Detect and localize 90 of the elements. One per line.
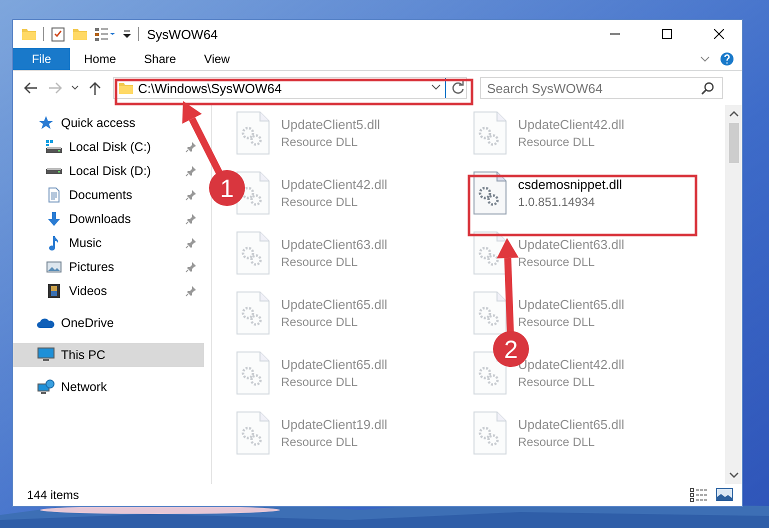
gear-file-icon <box>235 351 271 395</box>
ribbon-tab[interactable]: Home <box>70 48 130 70</box>
window-title: SysWOW64 <box>147 26 218 42</box>
forward-arrow-icon <box>48 82 62 94</box>
pin-icon[interactable] <box>185 213 197 225</box>
nav-label: Downloads <box>69 212 132 226</box>
search-icon <box>701 81 715 95</box>
up-arrow-icon <box>89 81 101 95</box>
folder-icon <box>72 26 88 42</box>
nav-label: OneDrive <box>61 316 115 330</box>
file-menu-button[interactable]: File <box>13 48 70 70</box>
address-bar[interactable]: C:\Windows\SysWOW64 <box>113 77 467 99</box>
maximize-icon <box>662 29 672 39</box>
gear-file-icon <box>235 111 271 155</box>
back-arrow-icon <box>24 82 38 94</box>
chevron-down-icon <box>71 85 79 91</box>
nav-item[interactable]: Quick access <box>13 111 204 135</box>
network-icon <box>37 379 55 395</box>
drive-icon <box>45 167 63 175</box>
file-detail: 1.0.851.14934 <box>518 195 596 209</box>
file-detail: Resource DLL <box>281 435 359 449</box>
ribbon-tab[interactable]: Share <box>130 48 190 70</box>
gear-file-icon <box>235 231 271 275</box>
file-name[interactable]: csdemosnippet.dll <box>518 177 622 192</box>
nav-item[interactable]: OneDrive <box>13 311 204 335</box>
gear-file-icon <box>472 411 508 455</box>
close-icon <box>714 29 724 39</box>
pin-icon[interactable] <box>185 261 197 273</box>
film-icon <box>46 283 62 299</box>
file-detail: Resource DLL <box>281 375 359 389</box>
file-detail: Resource DLL <box>518 135 596 149</box>
star-icon <box>38 115 54 131</box>
gear-file-icon <box>472 231 508 275</box>
nav-label: Pictures <box>69 260 116 274</box>
nav-label: Videos <box>69 284 108 298</box>
step-badge: 1 <box>209 170 245 206</box>
document-icon <box>46 187 62 203</box>
nav-item[interactable]: This PC <box>13 343 204 367</box>
nav-label: This PC <box>61 348 106 362</box>
folder-icon <box>21 26 37 42</box>
nav-item[interactable]: Local Disk (C:) <box>13 135 204 159</box>
nav-item[interactable]: Downloads <box>13 207 204 231</box>
gear-file-icon <box>472 111 508 155</box>
search-field[interactable]: Search SysWOW64 <box>480 77 723 99</box>
nav-label: Quick access <box>61 116 136 130</box>
file-detail: Resource DLL <box>281 135 359 149</box>
nav-item[interactable]: Documents <box>13 183 204 207</box>
minimize-icon <box>610 33 620 35</box>
item-count: 144 items <box>27 488 80 502</box>
nav-item[interactable]: Network <box>13 375 204 399</box>
file-detail: Resource DLL <box>281 315 359 329</box>
gear-file-icon <box>472 291 508 335</box>
chevron-down-icon[interactable] <box>431 84 441 92</box>
nav-label: Documents <box>69 188 134 202</box>
pin-icon[interactable] <box>185 237 197 249</box>
pin-icon[interactable] <box>185 189 197 201</box>
ribbon-tab[interactable]: View <box>190 48 244 70</box>
file-detail: Resource DLL <box>281 195 359 209</box>
gear-file-icon <box>235 411 271 455</box>
nav-item[interactable]: Local Disk (D:) <box>13 159 204 183</box>
file-detail: Resource DLL <box>281 255 359 269</box>
nav-label: Music <box>69 236 103 250</box>
nav-item[interactable]: Music <box>13 231 204 255</box>
address-path: C:\Windows\SysWOW64 <box>138 80 283 96</box>
pin-icon[interactable] <box>185 165 197 177</box>
nav-item[interactable]: Pictures <box>13 255 204 279</box>
file-detail: Resource DLL <box>518 255 596 269</box>
folder-icon <box>118 80 134 96</box>
nav-label: Network <box>61 380 108 394</box>
pin-icon[interactable] <box>185 285 197 297</box>
monitor-icon <box>37 347 55 363</box>
download-arrow-icon <box>46 211 62 227</box>
details-view-icon[interactable] <box>690 488 708 502</box>
nav-label: Local Disk (D:) <box>69 164 152 178</box>
gear-file-icon <box>235 291 271 335</box>
properties-icon[interactable] <box>94 26 116 42</box>
pictures-icon <box>46 259 62 275</box>
nav-item[interactable]: Videos <box>13 279 204 303</box>
scrollbar[interactable] <box>725 105 742 484</box>
scroll-thumb[interactable] <box>728 123 738 163</box>
large-icons-view-icon[interactable] <box>716 488 734 502</box>
checklist-icon[interactable] <box>50 26 66 42</box>
nav-label: Local Disk (C:) <box>69 140 152 154</box>
drive-icon <box>45 139 63 155</box>
file-detail: Resource DLL <box>518 435 596 449</box>
pin-icon[interactable] <box>185 141 197 153</box>
refresh-icon[interactable] <box>450 80 466 96</box>
file-detail: Resource DLL <box>518 375 596 389</box>
gear-file-icon <box>472 171 508 215</box>
file-detail: Resource DLL <box>518 315 596 329</box>
